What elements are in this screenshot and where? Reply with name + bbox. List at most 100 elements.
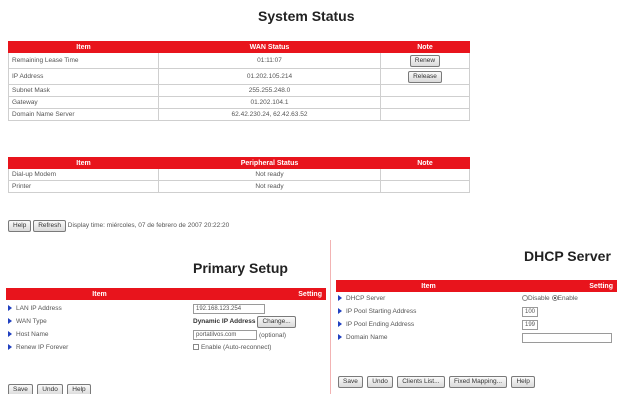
host-name-note: (optional)	[258, 331, 287, 339]
section-divider	[330, 240, 331, 394]
lan-ip-input[interactable]: 192.168.123.254	[193, 303, 265, 314]
pool-end-input[interactable]: 199	[522, 319, 538, 330]
help-button[interactable]: Help	[511, 376, 535, 388]
release-button[interactable]: Release	[408, 70, 442, 83]
wan-status-table: Item WAN Status Note Remaining Lease Tim…	[8, 41, 470, 121]
form-row: LAN IP Address 192.168.123.254	[8, 302, 328, 315]
status-footer: Help Refresh Display time: miércoles, 07…	[8, 220, 229, 232]
form-row: Domain Name	[338, 331, 617, 344]
pool-start-label-cell: IP Pool Starting Address	[338, 305, 522, 318]
pool-end-label: IP Pool Ending Address	[346, 321, 415, 328]
undo-button[interactable]: Undo	[367, 376, 393, 388]
domain-name-input[interactable]	[522, 332, 612, 343]
arrow-icon	[8, 305, 12, 312]
help-button[interactable]: Help	[8, 220, 32, 232]
dhcp-server-form: DHCP Server Disable Enable IP Pool Start…	[338, 292, 617, 344]
host-name-label-cell: Host Name	[8, 328, 193, 341]
primary-setup-header-row: Item Setting	[6, 288, 326, 300]
header-setting: Setting	[192, 288, 326, 300]
domain-name-label-cell: Domain Name	[338, 331, 522, 344]
system-status-title: System Status	[258, 8, 355, 24]
row-value-dns: 62.42.230.24, 62.42.63.52	[158, 108, 381, 121]
arrow-icon	[8, 344, 12, 351]
primary-setup-buttons: Save Undo Help	[8, 378, 91, 394]
arrow-icon	[338, 308, 342, 315]
row-value-modem: Not ready	[158, 168, 381, 181]
table-row: Subnet Mask 255.255.248.0	[8, 84, 470, 97]
row-label-dns: Domain Name Server	[8, 108, 159, 121]
primary-setup-header: Item Setting	[6, 288, 326, 300]
header-peripheral-status: Peripheral Status	[158, 157, 381, 169]
disable-label: Disable	[528, 295, 550, 302]
row-label-ip-address: IP Address	[8, 68, 159, 85]
form-row: DHCP Server Disable Enable	[338, 292, 617, 305]
form-row: WAN Type Dynamic IP Address Change...	[8, 315, 328, 328]
row-label-lease-time: Remaining Lease Time	[8, 52, 159, 69]
primary-setup-form: LAN IP Address 192.168.123.254 WAN Type …	[8, 302, 328, 354]
table-row: Remaining Lease Time 01:11:07 Renew	[8, 52, 470, 69]
release-cell: Release	[380, 68, 470, 85]
pool-start-input[interactable]: 100	[522, 306, 538, 317]
row-value-gateway: 01.202.104.1	[158, 96, 381, 109]
row-value-lease-time: 01:11:07	[158, 52, 381, 69]
save-button[interactable]: Save	[338, 376, 363, 388]
form-row: IP Pool Starting Address 100	[338, 305, 617, 318]
lan-ip-label-cell: LAN IP Address	[8, 302, 193, 315]
refresh-button[interactable]: Refresh	[33, 220, 66, 232]
dhcp-label-cell: DHCP Server	[338, 292, 522, 305]
note-cell	[380, 180, 470, 193]
header-wan-status: WAN Status	[158, 41, 381, 53]
table-row: Dial-up Modem Not ready	[8, 168, 470, 181]
header-note: Note	[380, 157, 470, 169]
primary-setup-title: Primary Setup	[193, 260, 288, 276]
dhcp-radio-cell: Disable Enable	[522, 292, 617, 305]
help-button[interactable]: Help	[67, 384, 91, 394]
note-cell	[380, 108, 470, 121]
peripheral-table-header: Item Peripheral Status Note	[8, 157, 470, 169]
arrow-icon	[8, 331, 12, 338]
renew-ip-label-cell: Renew IP Forever	[8, 341, 193, 354]
change-button[interactable]: Change...	[257, 315, 296, 328]
enable-label: Enable	[557, 295, 578, 302]
note-cell	[380, 168, 470, 181]
wan-type-label: WAN Type	[16, 318, 47, 325]
renew-cell: Renew	[380, 52, 470, 69]
auto-reconnect-label: Enable (Auto-reconnect)	[200, 344, 272, 351]
arrow-icon	[338, 321, 342, 328]
header-item: Item	[8, 157, 159, 169]
domain-name-label: Domain Name	[346, 334, 388, 341]
clients-list-button[interactable]: Clients List...	[397, 376, 445, 388]
pool-end-label-cell: IP Pool Ending Address	[338, 318, 522, 331]
host-name-cell: portatilvos.com (optional)	[193, 328, 328, 341]
row-label-gateway: Gateway	[8, 96, 159, 109]
header-item: Item	[8, 41, 159, 53]
arrow-icon	[8, 318, 12, 325]
auto-reconnect-checkbox[interactable]	[193, 344, 199, 351]
wan-type-label-cell: WAN Type	[8, 315, 193, 328]
pool-end-cell: 199	[522, 318, 617, 331]
fixed-mapping-button[interactable]: Fixed Mapping...	[448, 376, 508, 388]
domain-name-cell	[522, 331, 617, 344]
header-item: Item	[336, 280, 521, 292]
note-cell	[380, 84, 470, 97]
pool-start-label: IP Pool Starting Address	[346, 308, 417, 315]
header-item: Item	[6, 288, 193, 300]
undo-button[interactable]: Undo	[37, 384, 63, 394]
lan-ip-cell: 192.168.123.254	[193, 302, 328, 315]
wan-type-cell: Dynamic IP Address Change...	[193, 315, 328, 328]
dhcp-server-label: DHCP Server	[346, 295, 386, 302]
table-row: Printer Not ready	[8, 180, 470, 193]
host-name-input[interactable]: portatilvos.com	[193, 329, 257, 340]
arrow-icon	[338, 295, 342, 302]
renew-button[interactable]: Renew	[409, 54, 441, 67]
enable-radio[interactable]	[551, 295, 558, 302]
save-button[interactable]: Save	[8, 384, 33, 394]
wan-table-header: Item WAN Status Note	[8, 41, 470, 53]
form-row: Host Name portatilvos.com (optional)	[8, 328, 328, 341]
dhcp-buttons: Save Undo Clients List... Fixed Mapping.…	[338, 370, 535, 388]
arrow-icon	[338, 334, 342, 341]
peripheral-status-table: Item Peripheral Status Note Dial-up Mode…	[8, 157, 470, 193]
table-row: IP Address 01.202.105.214 Release	[8, 68, 470, 85]
row-value-subnet-mask: 255.255.248.0	[158, 84, 381, 97]
row-value-ip-address: 01.202.105.214	[158, 68, 381, 85]
